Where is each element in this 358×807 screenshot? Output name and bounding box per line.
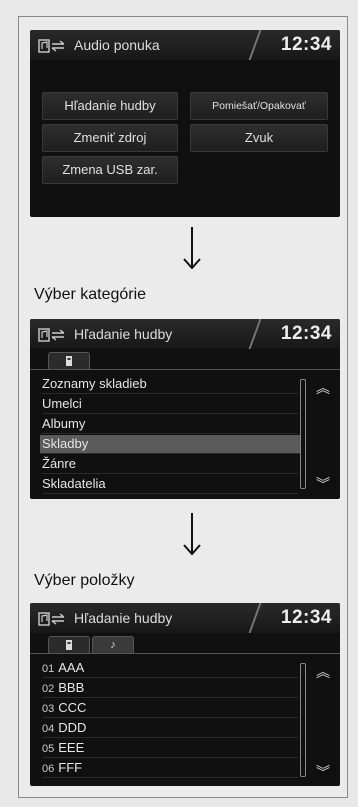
track-label: EEE: [58, 740, 85, 755]
title-bar: Hľadanie hudby 12:34: [30, 319, 340, 349]
title-bar: Hľadanie hudby 12:34: [30, 603, 340, 633]
track-label: BBB: [58, 680, 85, 695]
clock: 12:34: [280, 323, 332, 344]
tab-device[interactable]: [48, 636, 90, 653]
track-label: AAA: [58, 660, 85, 675]
list-item[interactable]: Žánre: [42, 455, 298, 474]
music-note-icon: ♪: [110, 639, 116, 651]
double-chevron-down-icon[interactable]: ︾: [316, 477, 330, 491]
change-usb-button[interactable]: Zmena USB zar.: [42, 156, 178, 184]
double-chevron-down-icon[interactable]: ︾: [316, 765, 330, 779]
title-bar: Audio ponuka 12:34: [30, 30, 340, 60]
list-item[interactable]: 03 CCC: [42, 699, 298, 718]
track-label: CCC: [58, 700, 87, 715]
list-item[interactable]: 01 AAA: [42, 659, 298, 678]
track-number: 03: [42, 703, 55, 715]
clock: 12:34: [280, 607, 332, 628]
list-item[interactable]: Zoznamy skladieb: [42, 375, 298, 394]
audio-source-icon: [38, 612, 65, 626]
track-number: 02: [42, 683, 55, 695]
list-item[interactable]: Umelci: [42, 395, 298, 414]
shuffle-repeat-button[interactable]: Pomiešať/Opakovať: [190, 92, 328, 120]
list-item[interactable]: 05 EEE: [42, 739, 298, 758]
change-source-button[interactable]: Zmeniť zdroj: [42, 124, 178, 152]
tab-music-note[interactable]: ♪: [92, 636, 134, 653]
double-chevron-up-icon[interactable]: ︽: [316, 381, 330, 395]
title-divider: [248, 30, 278, 60]
track-label: DDD: [58, 720, 87, 735]
screen-title: Audio ponuka: [74, 37, 160, 53]
screen-title: Hľadanie hudby: [74, 610, 173, 626]
clock: 12:34: [280, 34, 332, 55]
title-divider: [248, 319, 278, 349]
tab-row: [30, 349, 340, 370]
audio-source-icon: [38, 39, 65, 53]
sound-button[interactable]: Zvuk: [190, 124, 328, 152]
track-number: 06: [42, 763, 55, 775]
list-item[interactable]: Skladatelia: [42, 475, 298, 494]
list-item[interactable]: 06 FFF: [42, 759, 298, 778]
arrow-down-icon: [183, 227, 201, 269]
category-list-screen: Hľadanie hudby 12:34 Zoznamy skladieb Ume…: [30, 319, 340, 499]
arrow-down-icon: [183, 513, 201, 555]
item-list-screen: Hľadanie hudby 12:34 ♪ 01 AAA 02 BBB 03 CCC 04…: [30, 603, 340, 786]
search-music-button[interactable]: Hľadanie hudby: [42, 92, 178, 120]
audio-menu-screen: Audio ponuka 12:34 Hľadanie hudby Pomieš…: [30, 30, 340, 217]
list-item[interactable]: Skladby: [40, 435, 300, 454]
usb-device-icon: [66, 640, 72, 651]
screen-title: Hľadanie hudby: [74, 326, 173, 342]
tab-row: ♪: [30, 633, 340, 654]
track-number: 05: [42, 743, 55, 755]
list-item[interactable]: 02 BBB: [42, 679, 298, 698]
title-divider: [248, 603, 278, 633]
double-chevron-up-icon[interactable]: ︽: [316, 665, 330, 679]
select-category-caption: Výber kategórie: [34, 286, 147, 303]
track-label: FFF: [58, 760, 83, 775]
usb-device-icon: [66, 356, 72, 367]
track-number: 01: [42, 663, 55, 675]
list-item[interactable]: Albumy: [42, 415, 298, 434]
audio-source-icon: [38, 328, 65, 342]
track-number: 04: [42, 723, 55, 735]
scrollbar[interactable]: [300, 663, 306, 777]
list-item[interactable]: 04 DDD: [42, 719, 298, 738]
select-item-caption: Výber položky: [34, 572, 135, 589]
scrollbar[interactable]: [300, 379, 306, 489]
tab-device[interactable]: [48, 352, 90, 369]
